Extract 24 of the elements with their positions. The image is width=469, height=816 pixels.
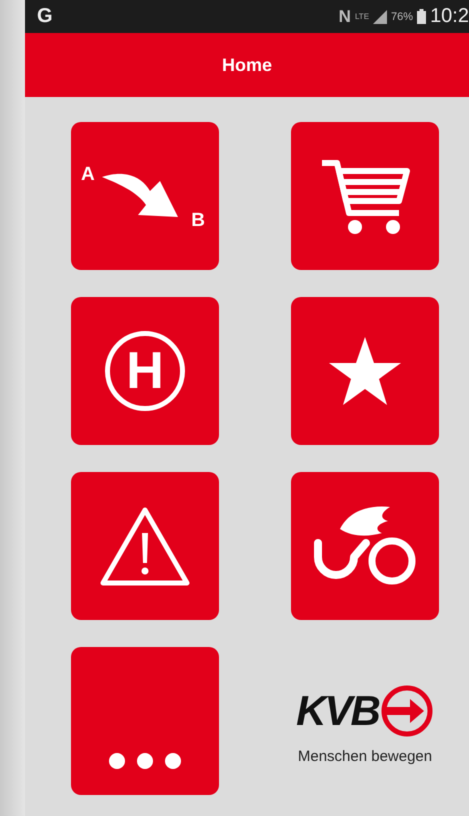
more-icon — [108, 752, 182, 770]
warning-tile[interactable] — [71, 472, 219, 620]
letter-b: B — [191, 210, 205, 232]
star-tile[interactable] — [291, 297, 439, 445]
bus-stop-icon: H — [105, 331, 185, 411]
star-icon — [327, 335, 403, 407]
logo-wordmark: KVB — [296, 686, 379, 734]
bike-tile[interactable] — [291, 472, 439, 620]
clock: 10:2 — [430, 5, 469, 28]
warning-icon — [99, 505, 191, 587]
route-tile[interactable]: A B — [71, 122, 219, 270]
more-tile[interactable] — [71, 647, 219, 795]
signal-icon — [373, 10, 388, 24]
app-notification-icon: G — [37, 5, 53, 28]
nfc-indicator: N — [338, 6, 351, 26]
battery-icon — [417, 9, 426, 24]
stop-tile[interactable]: H — [71, 297, 219, 445]
letter-a: A — [81, 164, 95, 186]
arrow-circle-icon — [380, 684, 434, 738]
battery-percent: 76% — [391, 10, 414, 22]
screen-title: Home — [222, 54, 272, 76]
network-type: LTE — [354, 12, 370, 21]
logo-tagline: Menschen bewegen — [298, 748, 432, 764]
cart-tile[interactable] — [291, 122, 439, 270]
